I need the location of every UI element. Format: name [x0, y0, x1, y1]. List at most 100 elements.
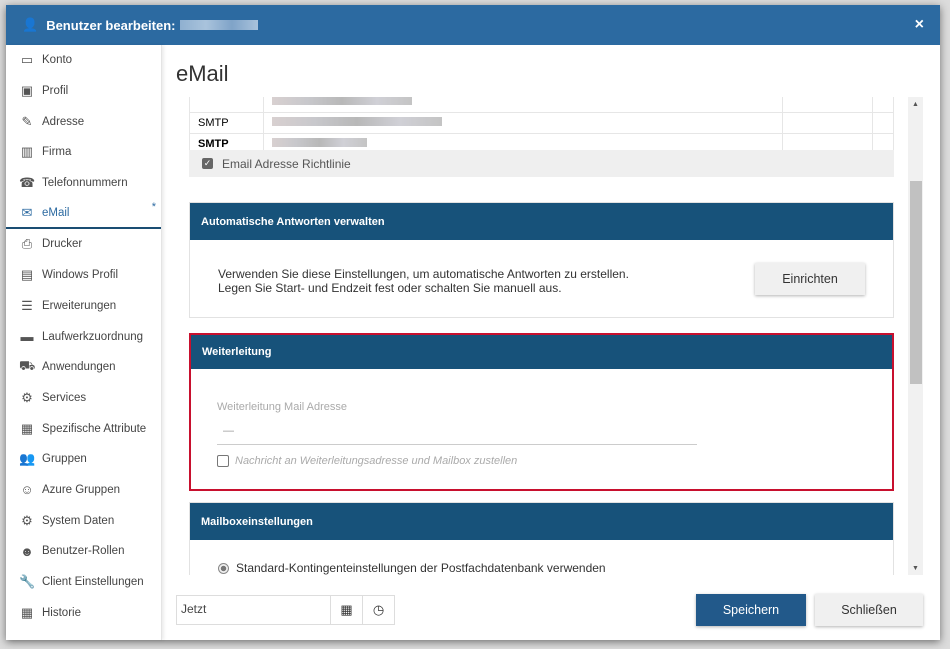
- email-address-table: SMTP SMTP: [189, 97, 894, 155]
- redacted-address: [272, 117, 442, 126]
- sidebar-item-email[interactable]: ✉ eMail *: [6, 198, 161, 230]
- user-icon: 👤: [22, 17, 39, 32]
- section-header: Automatische Antworten verwalten: [190, 203, 893, 240]
- cart-icon: ⛟: [19, 358, 36, 374]
- gears-icon: ⚙: [21, 512, 33, 528]
- table-row[interactable]: [189, 97, 894, 113]
- envelope-icon: ✉: [21, 204, 33, 220]
- checkbox-checked[interactable]: ✓: [202, 158, 213, 169]
- building-icon: ▥: [20, 144, 34, 160]
- sidebar-item-label: Windows Profil: [42, 269, 119, 282]
- description: Verwenden Sie diese Einstellungen, um au…: [218, 267, 629, 281]
- field-label: Weiterleitung Mail Adresse: [217, 401, 348, 413]
- gear-icon: ⚙: [21, 389, 33, 405]
- sidebar-item-label: eMail: [42, 206, 70, 219]
- sidebar-item-erweiterungen[interactable]: ☰ Erweiterungen: [6, 291, 161, 322]
- forwarding-section: Weiterleitung Weiterleitung Mail Adresse…: [189, 333, 894, 491]
- credit-card-icon: ▭: [20, 52, 34, 68]
- sidebar-item-windows-profil[interactable]: ▤ Windows Profil: [6, 260, 161, 291]
- dialog-header: 👤 Benutzer bearbeiten: ×: [6, 5, 940, 45]
- sidebar-item-label: Adresse: [42, 115, 85, 128]
- checkbox-unchecked[interactable]: [217, 455, 229, 467]
- document-icon: ▦: [20, 420, 34, 436]
- sidebar-item-label: Spezifische Attribute: [42, 422, 147, 435]
- sidebar-item-label: Azure Gruppen: [42, 483, 120, 496]
- sidebar-item-label: Konto: [42, 54, 73, 67]
- scroll-down-icon[interactable]: ▼: [908, 565, 923, 572]
- sidebar-item-label: Historie: [42, 606, 81, 619]
- sidebar-item-label: Anwendungen: [42, 361, 116, 374]
- sidebar-item-label: Benutzer-Rollen: [42, 545, 125, 558]
- save-button[interactable]: Speichern: [696, 594, 806, 626]
- sidebar-item-firma[interactable]: ▥ Firma: [6, 137, 161, 168]
- sidebar-item-spezifische-attribute[interactable]: ▦ Spezifische Attribute: [6, 413, 161, 444]
- sidebar-item-benutzer-rollen[interactable]: ☻ Benutzer-Rollen: [6, 536, 161, 567]
- sidebar-item-label: Profil: [42, 85, 69, 98]
- date-input[interactable]: Jetzt: [177, 596, 330, 624]
- sidebar-item-label: Laufwerkzuordnung: [42, 330, 144, 343]
- sidebar-item-label: Drucker: [42, 238, 83, 251]
- sidebar-item-telefonnummern[interactable]: ☎ Telefonnummern: [6, 168, 161, 199]
- sidebar: ▭ Konto ▣ Profil ✎ Adresse ▥ Firma ☎ Telefonnumme…: [6, 45, 162, 640]
- setup-button[interactable]: Einrichten: [755, 263, 865, 295]
- user-gear-icon: ☻: [20, 543, 34, 559]
- sidebar-item-services[interactable]: ⚙ Services: [6, 383, 161, 414]
- sidebar-item-profil[interactable]: ▣ Profil: [6, 76, 161, 107]
- default-quota-radio-row[interactable]: Standard-Kontingenteinstellungen der Pos…: [218, 561, 606, 575]
- table-row[interactable]: SMTP: [189, 112, 894, 134]
- modified-badge: *: [151, 201, 156, 214]
- redacted-username: [179, 20, 258, 30]
- calendar-icon[interactable]: ▦: [330, 596, 362, 624]
- calendar-list-icon: ▦: [20, 604, 34, 620]
- close-icon[interactable]: ×: [915, 16, 924, 34]
- scrollbar[interactable]: ▲ ▼: [908, 97, 923, 575]
- sidebar-item-historie[interactable]: ▦ Historie: [6, 597, 161, 628]
- close-button[interactable]: Schließen: [815, 594, 923, 626]
- sidebar-item-label: Telefonnummern: [42, 177, 128, 190]
- redacted-address: [272, 138, 367, 147]
- clock-icon[interactable]: ◷: [362, 596, 394, 624]
- save-icon: ▤: [20, 267, 34, 283]
- sidebar-item-gruppen[interactable]: 👥 Gruppen: [6, 444, 161, 475]
- section-header: Mailboxeinstellungen: [190, 503, 893, 540]
- sidebar-item-label: System Daten: [42, 514, 115, 527]
- sidebar-item-label: Services: [42, 391, 87, 404]
- dialog-title: Benutzer bearbeiten:: [46, 17, 176, 33]
- sidebar-item-client-einstellungen[interactable]: 🔧 Client Einstellungen: [6, 567, 161, 598]
- users-icon: 👥: [19, 451, 36, 467]
- group-outline-icon: ☺: [20, 482, 34, 498]
- auto-reply-section: Automatische Antworten verwalten Verwend…: [189, 202, 894, 318]
- deliver-both-checkbox-row[interactable]: Nachricht an Weiterleitungsadresse und M…: [217, 455, 517, 467]
- description: Legen Sie Start- und Endzeit fest oder s…: [218, 281, 562, 295]
- profile-card-icon: ▣: [20, 83, 34, 99]
- printer-icon: ⎙: [21, 236, 33, 252]
- redacted-address: [272, 97, 412, 105]
- policy-checkbox-row[interactable]: ✓ Email Adresse Richtlinie: [189, 150, 894, 177]
- sidebar-item-label: Firma: [42, 146, 72, 159]
- sidebar-item-adresse[interactable]: ✎ Adresse: [6, 106, 161, 137]
- sidebar-item-label: Erweiterungen: [42, 299, 117, 312]
- drive-icon: ▬: [20, 329, 34, 345]
- edit-icon: ✎: [21, 113, 33, 129]
- forwarding-address-input[interactable]: —: [217, 421, 697, 445]
- date-time-picker: Jetzt ▦ ◷: [176, 595, 395, 625]
- phone-icon: ☎: [19, 175, 36, 191]
- sidebar-item-azure-gruppen[interactable]: ☺ Azure Gruppen: [6, 475, 161, 506]
- scroll-up-icon[interactable]: ▲: [908, 101, 923, 108]
- section-header: Weiterleitung: [191, 335, 892, 369]
- sidebar-item-laufwerkzuordnung[interactable]: ▬ Laufwerkzuordnung: [6, 321, 161, 352]
- sidebar-item-konto[interactable]: ▭ Konto: [6, 45, 161, 76]
- sidebar-item-label: Client Einstellungen: [42, 576, 144, 589]
- radio-selected[interactable]: [218, 562, 229, 574]
- sidebar-item-label: Gruppen: [42, 453, 87, 466]
- edit-user-dialog: 👤 Benutzer bearbeiten: × ▭ Konto ▣ Profil ✎ A…: [6, 5, 940, 640]
- sidebar-item-drucker[interactable]: ⎙ Drucker: [6, 229, 161, 260]
- page-title: eMail: [176, 61, 229, 86]
- content-scroll-area: SMTP SMTP ✓ Email Adresse Richtlinie Aut…: [176, 97, 906, 575]
- wrench-icon: 🔧: [19, 574, 36, 590]
- sidebar-item-system-daten[interactable]: ⚙ System Daten: [6, 505, 161, 536]
- scrollbar-thumb[interactable]: [910, 181, 922, 384]
- list-icon: ☰: [21, 297, 33, 313]
- sidebar-item-anwendungen[interactable]: ⛟ Anwendungen: [6, 352, 161, 383]
- mailbox-settings-section: Mailboxeinstellungen Standard-Kontingent…: [189, 502, 894, 575]
